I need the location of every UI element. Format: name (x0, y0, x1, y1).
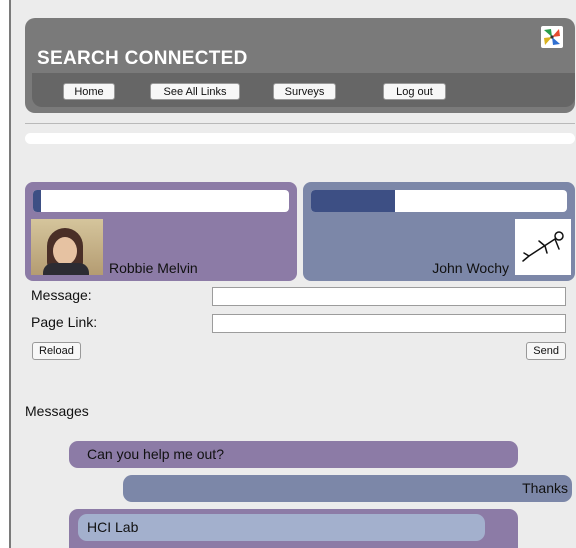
reload-button[interactable]: Reload (32, 342, 81, 360)
message-bubble-container: HCI Lab (69, 509, 518, 548)
pinwheel-icon (541, 26, 563, 48)
message-bubble: HCI Lab (78, 514, 485, 541)
divider (25, 123, 575, 124)
app-title: SEARCH CONNECTED (37, 48, 248, 69)
progress-bar (33, 190, 289, 212)
home-button[interactable]: Home (63, 83, 115, 100)
app-header: SEARCH CONNECTED (25, 18, 575, 73)
participant-card-self: Robbie Melvin (25, 182, 297, 281)
messages-heading: Messages (25, 403, 89, 419)
participant-name: John Wochy (432, 260, 509, 276)
log-out-button[interactable]: Log out (383, 83, 446, 100)
message-input[interactable] (212, 287, 566, 306)
message-bubble: Can you help me out? (69, 441, 518, 468)
page-link-label: Page Link: (31, 314, 98, 330)
surveys-button[interactable]: Surveys (273, 83, 336, 100)
participant-name: Robbie Melvin (109, 260, 198, 276)
status-strip (25, 133, 575, 144)
participant-card-partner: John Wochy (303, 182, 575, 281)
progress-fill (311, 190, 396, 212)
window-left-edge (0, 0, 11, 548)
nav-bar: Home See All Links Surveys Log out (25, 73, 575, 113)
message-label: Message: (31, 287, 92, 303)
progress-bar (311, 190, 567, 212)
progress-fill (33, 190, 41, 212)
avatar (31, 219, 103, 275)
send-button[interactable]: Send (526, 342, 566, 360)
see-all-links-button[interactable]: See All Links (150, 83, 240, 100)
page-link-input[interactable] (212, 314, 566, 333)
avatar (515, 219, 571, 275)
message-bubble: Thanks (123, 475, 572, 502)
